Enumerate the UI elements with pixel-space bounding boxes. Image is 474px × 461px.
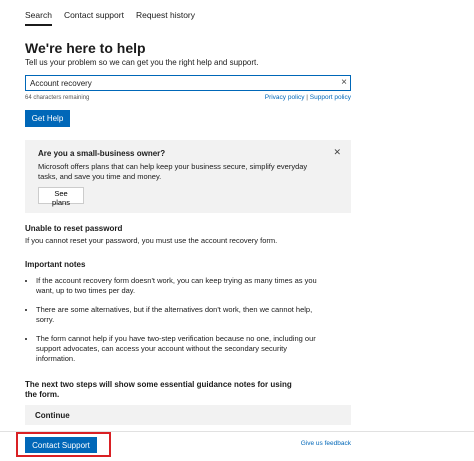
notes-list: If the account recovery form doesn't wor… xyxy=(25,276,326,373)
continue-button[interactable]: Continue xyxy=(25,405,351,425)
link-separator: | xyxy=(306,94,308,101)
characters-remaining: 64 characters remaining xyxy=(25,95,90,101)
page-title: We're here to help xyxy=(25,40,146,56)
feedback-link[interactable]: Give us feedback xyxy=(301,440,351,447)
list-item: The form cannot help if you have two-ste… xyxy=(36,334,326,364)
notes-heading: Important notes xyxy=(25,260,86,269)
promo-title: Are you a small-business owner? xyxy=(38,149,166,158)
tab-contact-support[interactable]: Contact support xyxy=(64,10,124,26)
small-business-promo: Are you a small-business owner? ✕ Micros… xyxy=(25,140,351,213)
contact-support-button[interactable]: Contact Support xyxy=(25,437,97,453)
next-steps-text: The next two steps will show some essent… xyxy=(25,380,292,399)
list-item: There are some alternatives, but if the … xyxy=(36,305,326,325)
support-policy-link[interactable]: Support policy xyxy=(310,94,351,101)
promo-text: Microsoft offers plans that can help kee… xyxy=(38,162,308,181)
page-subtitle: Tell us your problem so we can get you t… xyxy=(25,58,259,67)
clear-icon[interactable]: × xyxy=(338,76,350,90)
policy-links: Privacy policy | Support policy xyxy=(265,94,351,101)
search-box: × xyxy=(25,75,351,91)
close-icon[interactable]: ✕ xyxy=(333,147,341,158)
list-item: If the account recovery form doesn't wor… xyxy=(36,276,326,296)
reset-heading: Unable to reset password xyxy=(25,224,123,233)
search-input[interactable] xyxy=(26,78,338,88)
tab-search[interactable]: Search xyxy=(25,10,52,26)
privacy-policy-link[interactable]: Privacy policy xyxy=(265,94,305,101)
see-plans-button[interactable]: See plans xyxy=(38,187,84,207)
reset-text: If you cannot reset your password, you m… xyxy=(25,236,278,245)
get-help-button[interactable]: Get Help xyxy=(25,110,70,127)
tab-bar: Search Contact support Request history xyxy=(25,10,195,26)
tab-request-history[interactable]: Request history xyxy=(136,10,195,26)
